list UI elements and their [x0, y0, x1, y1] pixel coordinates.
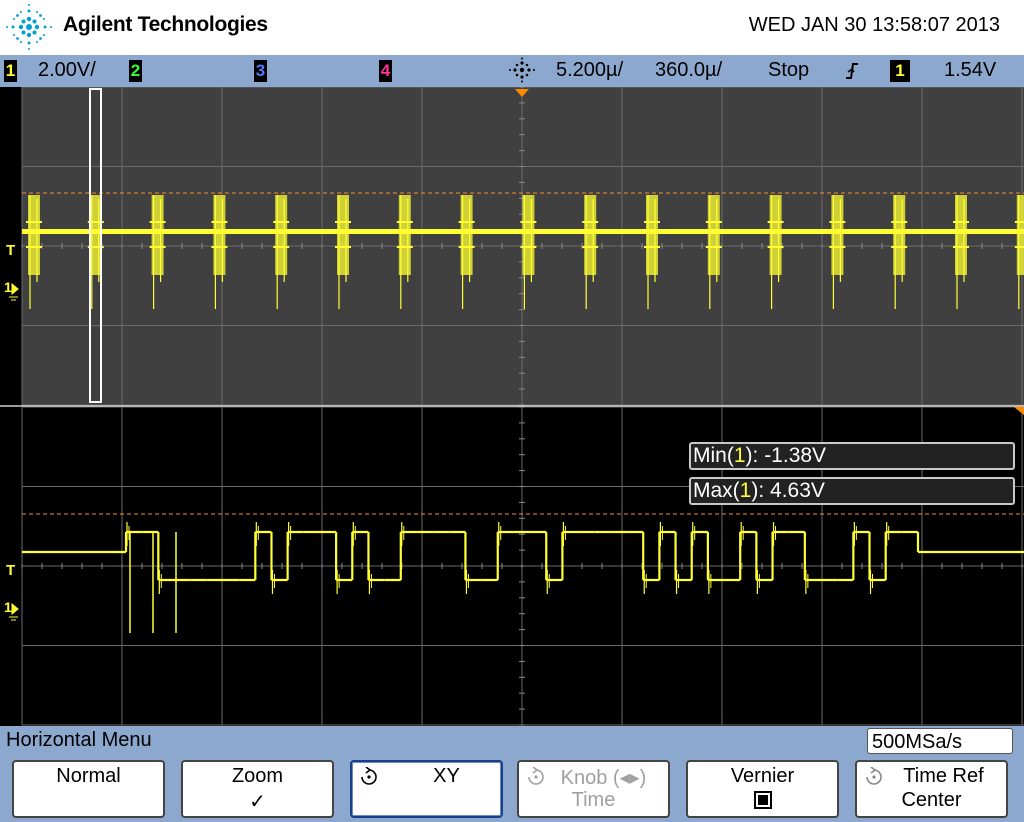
ch3-indicator[interactable]: 3: [254, 58, 267, 82]
vernier-softkey[interactable]: Vernier: [686, 760, 839, 818]
trigger-level: 1.54V: [944, 59, 997, 81]
upper-ground-marker: 1: [4, 279, 12, 295]
softkey-panel: Horizontal Menu 500MSa/s Normal Zoom ✓ X…: [0, 726, 1024, 822]
time-ref-value: Center: [901, 789, 962, 811]
delay-value: 360.0µ/: [655, 59, 723, 81]
sample-rate-display: 500MSa/s: [867, 728, 1013, 754]
upper-trigger-marker: T: [6, 242, 15, 259]
zoom-softkey[interactable]: Zoom ✓: [181, 760, 334, 818]
time-ref-softkey[interactable]: Time Ref Center: [855, 760, 1008, 818]
rising-edge-icon: [846, 63, 858, 79]
ch2-number: 2: [129, 59, 142, 82]
ch2-indicator[interactable]: 2: [129, 58, 142, 82]
scope-display[interactable]: T 1 T 1 Min(1): -1.38V Max(1): 4.63V: [0, 86, 1024, 726]
time-scale: 5.200µ/: [556, 59, 624, 81]
brand-name: Agilent Technologies: [63, 13, 268, 36]
max-measurement: Max(1): 4.63V: [689, 477, 1015, 505]
status-bar: 1 2.00V/ 2 3 4 5.200µ/ 360.0µ/ Stop 1 1.…: [0, 55, 1024, 87]
zoom-waveform: [22, 522, 1024, 633]
xy-label: XY: [433, 765, 460, 787]
waveform-display: T 1 T 1: [0, 86, 1024, 726]
date-time: WED JAN 30 13:58:07 2013: [748, 14, 1000, 36]
min-label: Min(: [693, 444, 734, 467]
checkbox-fill-icon: [758, 795, 768, 805]
run-state: Stop: [768, 59, 810, 81]
normal-softkey[interactable]: Normal: [12, 760, 165, 818]
trigger-channel-indicator: 1: [890, 58, 910, 82]
main-burst: [1016, 195, 1024, 275]
ch4-number: 4: [379, 59, 392, 82]
knob-time-label: Time: [571, 789, 616, 811]
trigger-channel-number: 1: [890, 59, 910, 82]
ch3-number: 3: [254, 59, 267, 82]
xy-softkey[interactable]: XY: [350, 760, 503, 818]
lower-trigger-marker: T: [6, 562, 15, 579]
ch4-indicator[interactable]: 4: [379, 58, 392, 82]
timebase-icon: [509, 57, 535, 83]
max-channel: 1: [739, 479, 752, 502]
max-label: Max(: [693, 479, 740, 502]
rotate-knob-icon: [361, 767, 377, 785]
agilent-spark-icon: [6, 4, 52, 50]
time-ref-label: Time Ref: [903, 765, 984, 787]
knob-label: Knob (◂▸): [560, 767, 647, 789]
ch1-scale: 2.00V/: [38, 59, 96, 81]
header-bar: Agilent Technologies WED JAN 30 13:58:07…: [0, 0, 1024, 55]
vernier-checkbox[interactable]: [754, 791, 772, 809]
vernier-label: Vernier: [730, 765, 795, 787]
zoom-checkmark-icon: ✓: [249, 791, 266, 813]
min-measurement: Min(1): -1.38V: [689, 442, 1015, 470]
lower-ground-marker: 1: [4, 599, 12, 615]
zoom-label: Zoom: [231, 765, 284, 787]
max-value: ): 4.63V: [751, 479, 825, 502]
knob-time-softkey[interactable]: Knob (◂▸) Time: [517, 760, 670, 818]
zoom-position-marker: [1014, 407, 1024, 415]
min-channel: 1: [733, 444, 746, 467]
normal-label: Normal: [56, 765, 121, 787]
min-value: ): -1.38V: [745, 444, 827, 467]
menu-title: Horizontal Menu: [6, 729, 152, 751]
ch1-indicator[interactable]: 1: [4, 58, 17, 82]
ch1-number: 1: [4, 59, 17, 82]
